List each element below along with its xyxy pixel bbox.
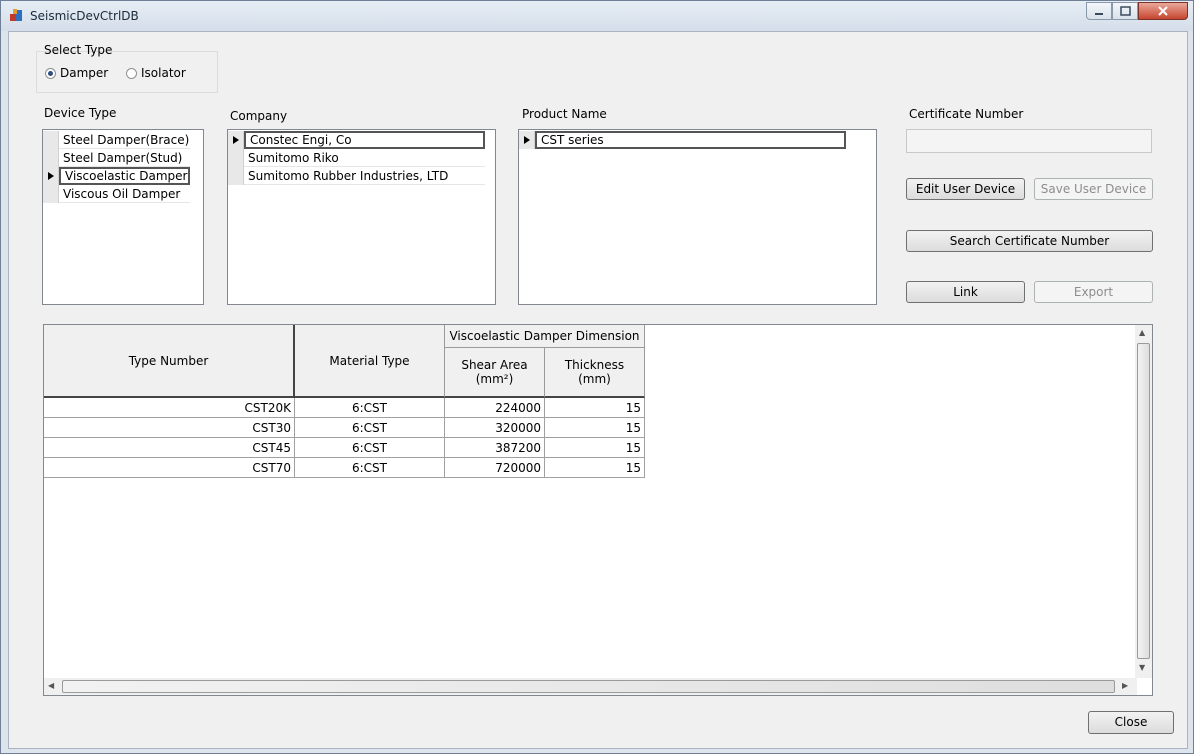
list-item-label: Sumitomo Riko xyxy=(244,149,485,167)
device-type-label: Device Type xyxy=(44,106,117,120)
cell-material-type: 6:CST xyxy=(295,398,445,418)
list-item-selected[interactable]: Constec Engi, Co xyxy=(228,131,485,149)
row-header xyxy=(43,149,59,167)
row-header xyxy=(519,131,535,149)
edit-user-device-button[interactable]: Edit User Device xyxy=(906,178,1025,200)
list-item-selected[interactable]: Viscoelastic Damper xyxy=(43,167,190,185)
cell-material-type: 6:CST xyxy=(295,438,445,458)
title-bar[interactable]: SeismicDevCtrlDB xyxy=(1,1,1193,31)
device-type-list[interactable]: Steel Damper(Brace) Steel Damper(Stud) V… xyxy=(42,129,204,305)
cell-type-number: CST45 xyxy=(44,438,295,458)
column-header-type-number[interactable]: Type Number xyxy=(44,325,295,398)
select-type-label: Select Type xyxy=(44,43,113,57)
current-row-icon xyxy=(233,136,239,144)
list-item-label: Viscoelastic Damper xyxy=(59,167,190,185)
company-label: Company xyxy=(230,109,288,123)
list-item[interactable]: Steel Damper(Brace) xyxy=(43,131,190,149)
column-header-shear-area[interactable]: Shear Area (mm²) xyxy=(445,348,545,398)
maximize-icon xyxy=(1120,6,1131,16)
radio-checked-icon xyxy=(45,67,56,79)
vertical-scroll-thumb[interactable] xyxy=(1137,343,1150,659)
vertical-scrollbar[interactable]: ▲ ▼ xyxy=(1135,325,1152,678)
isolator-radio[interactable]: Isolator xyxy=(126,66,186,80)
horizontal-scroll-thumb[interactable] xyxy=(62,680,1115,693)
row-header xyxy=(228,167,244,185)
isolator-radio-label: Isolator xyxy=(141,66,186,80)
cell-type-number: CST20K xyxy=(44,398,295,418)
device-data-grid[interactable]: Type Number Material Type Viscoelastic D… xyxy=(43,324,1153,696)
list-item-label: Steel Damper(Stud) xyxy=(59,149,190,167)
certificate-number-label: Certificate Number xyxy=(909,107,1024,121)
cell-material-type: 6:CST xyxy=(295,418,445,438)
minimize-button[interactable] xyxy=(1086,2,1112,20)
current-row-icon xyxy=(524,136,530,144)
cell-thickness: 15 xyxy=(545,418,645,438)
horizontal-scrollbar[interactable]: ◀ ▶ xyxy=(44,678,1137,695)
column-group-header: Viscoelastic Damper Dimension xyxy=(445,325,645,348)
close-button[interactable]: Close xyxy=(1088,711,1174,734)
minimize-icon xyxy=(1095,13,1103,15)
list-item-label: Steel Damper(Brace) xyxy=(59,131,190,149)
row-header xyxy=(43,167,59,185)
list-item-label: CST series xyxy=(535,131,846,149)
column-header-thickness[interactable]: Thickness (mm) xyxy=(545,348,645,398)
current-row-icon xyxy=(48,172,54,180)
row-header xyxy=(228,131,244,149)
app-icon xyxy=(10,9,22,21)
cell-shear-area: 224000 xyxy=(445,398,545,418)
scroll-right-icon[interactable]: ▶ xyxy=(1122,681,1128,690)
certificate-number-field[interactable] xyxy=(906,129,1152,153)
scroll-up-icon[interactable]: ▲ xyxy=(1139,328,1145,337)
cell-shear-area: 320000 xyxy=(445,418,545,438)
list-item-label: Constec Engi, Co xyxy=(244,131,485,149)
list-item[interactable]: Sumitomo Riko xyxy=(228,149,485,167)
window-title: SeismicDevCtrlDB xyxy=(30,9,139,23)
close-window-button[interactable] xyxy=(1138,2,1188,20)
scroll-down-icon[interactable]: ▼ xyxy=(1139,663,1145,672)
damper-radio[interactable]: Damper xyxy=(45,66,108,80)
row-header xyxy=(43,185,59,203)
column-header-material-type[interactable]: Material Type xyxy=(295,325,445,398)
save-user-device-button[interactable]: Save User Device xyxy=(1034,178,1153,200)
link-button[interactable]: Link xyxy=(906,281,1025,303)
radio-unchecked-icon xyxy=(126,67,137,79)
company-list[interactable]: Constec Engi, Co Sumitomo Riko Sumitomo … xyxy=(227,129,496,305)
maximize-button[interactable] xyxy=(1112,2,1138,20)
list-item[interactable]: Steel Damper(Stud) xyxy=(43,149,190,167)
client-area: Select Type Damper Isolator Device Type … xyxy=(8,31,1188,749)
list-item-label: Viscous Oil Damper xyxy=(59,185,190,203)
export-button[interactable]: Export xyxy=(1034,281,1153,303)
cell-thickness: 15 xyxy=(545,438,645,458)
list-item-selected[interactable]: CST series xyxy=(519,131,846,149)
close-icon xyxy=(1158,6,1168,16)
product-name-list[interactable]: CST series xyxy=(518,129,877,305)
cell-material-type: 6:CST xyxy=(295,458,445,478)
list-item-label: Sumitomo Rubber Industries, LTD xyxy=(244,167,485,185)
row-header xyxy=(228,149,244,167)
search-certificate-button[interactable]: Search Certificate Number xyxy=(906,230,1153,252)
row-header xyxy=(43,131,59,149)
cell-shear-area: 720000 xyxy=(445,458,545,478)
list-item[interactable]: Viscous Oil Damper xyxy=(43,185,190,203)
cell-type-number: CST70 xyxy=(44,458,295,478)
cell-thickness: 15 xyxy=(545,458,645,478)
cell-shear-area: 387200 xyxy=(445,438,545,458)
list-item[interactable]: Sumitomo Rubber Industries, LTD xyxy=(228,167,485,185)
scroll-left-icon[interactable]: ◀ xyxy=(48,681,54,690)
main-window: SeismicDevCtrlDB Select Type Damper Isol… xyxy=(0,0,1194,754)
cell-thickness: 15 xyxy=(545,398,645,418)
cell-type-number: CST30 xyxy=(44,418,295,438)
damper-radio-label: Damper xyxy=(60,66,109,80)
product-name-label: Product Name xyxy=(522,107,607,121)
